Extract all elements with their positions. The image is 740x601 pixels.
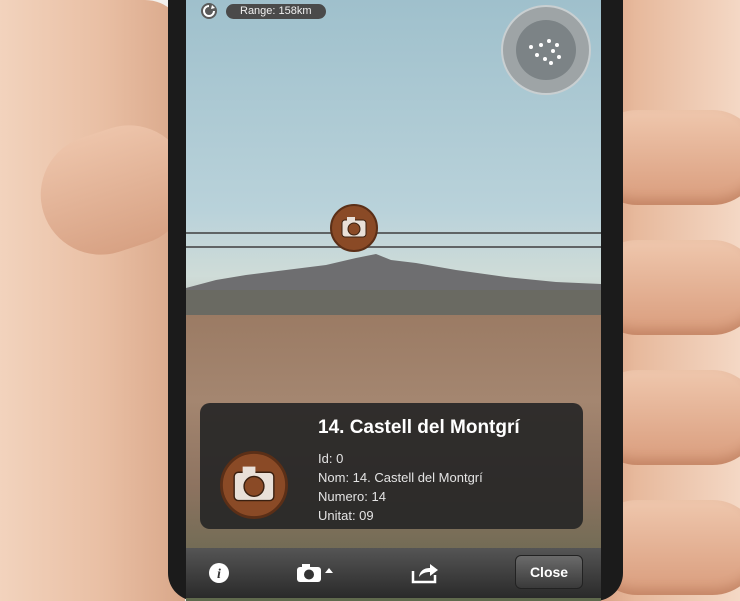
power-line <box>186 232 601 234</box>
phone-frame: Range: 158km 14. Castell del Montgrí Id:… <box>168 0 623 601</box>
poi-detail-nom: Nom: 14. Castell del Montgrí <box>318 470 483 485</box>
range-label: Range: 158km <box>226 4 326 19</box>
info-button[interactable]: i <box>206 558 232 588</box>
power-line <box>186 246 601 248</box>
poi-title: 14. Castell del Montgrí <box>318 417 520 438</box>
bottom-toolbar: i Close <box>186 548 601 598</box>
poi-detail-id: Id: 0 <box>318 451 344 466</box>
left-hand <box>0 0 185 601</box>
poi-marker-camera-icon[interactable] <box>330 204 378 252</box>
radar-icon[interactable] <box>501 5 591 95</box>
info-icon: i <box>209 563 229 583</box>
close-button[interactable]: Close <box>515 555 583 589</box>
camera-icon <box>220 451 288 519</box>
ar-camera-view: Range: 158km 14. Castell del Montgrí Id:… <box>186 0 601 601</box>
svg-text:i: i <box>217 567 221 582</box>
share-icon <box>411 564 438 584</box>
refresh-icon[interactable] <box>200 2 218 20</box>
camera-icon <box>297 564 333 582</box>
share-button[interactable] <box>408 558 442 588</box>
poi-detail-numero: Numero: 14 <box>318 489 386 504</box>
poi-detail-unitat: Unitat: 09 <box>318 508 374 523</box>
poi-info-panel: 14. Castell del Montgrí Id: 0 Nom: 14. C… <box>200 403 583 529</box>
camera-button[interactable] <box>294 558 336 588</box>
road-strip <box>186 290 601 315</box>
